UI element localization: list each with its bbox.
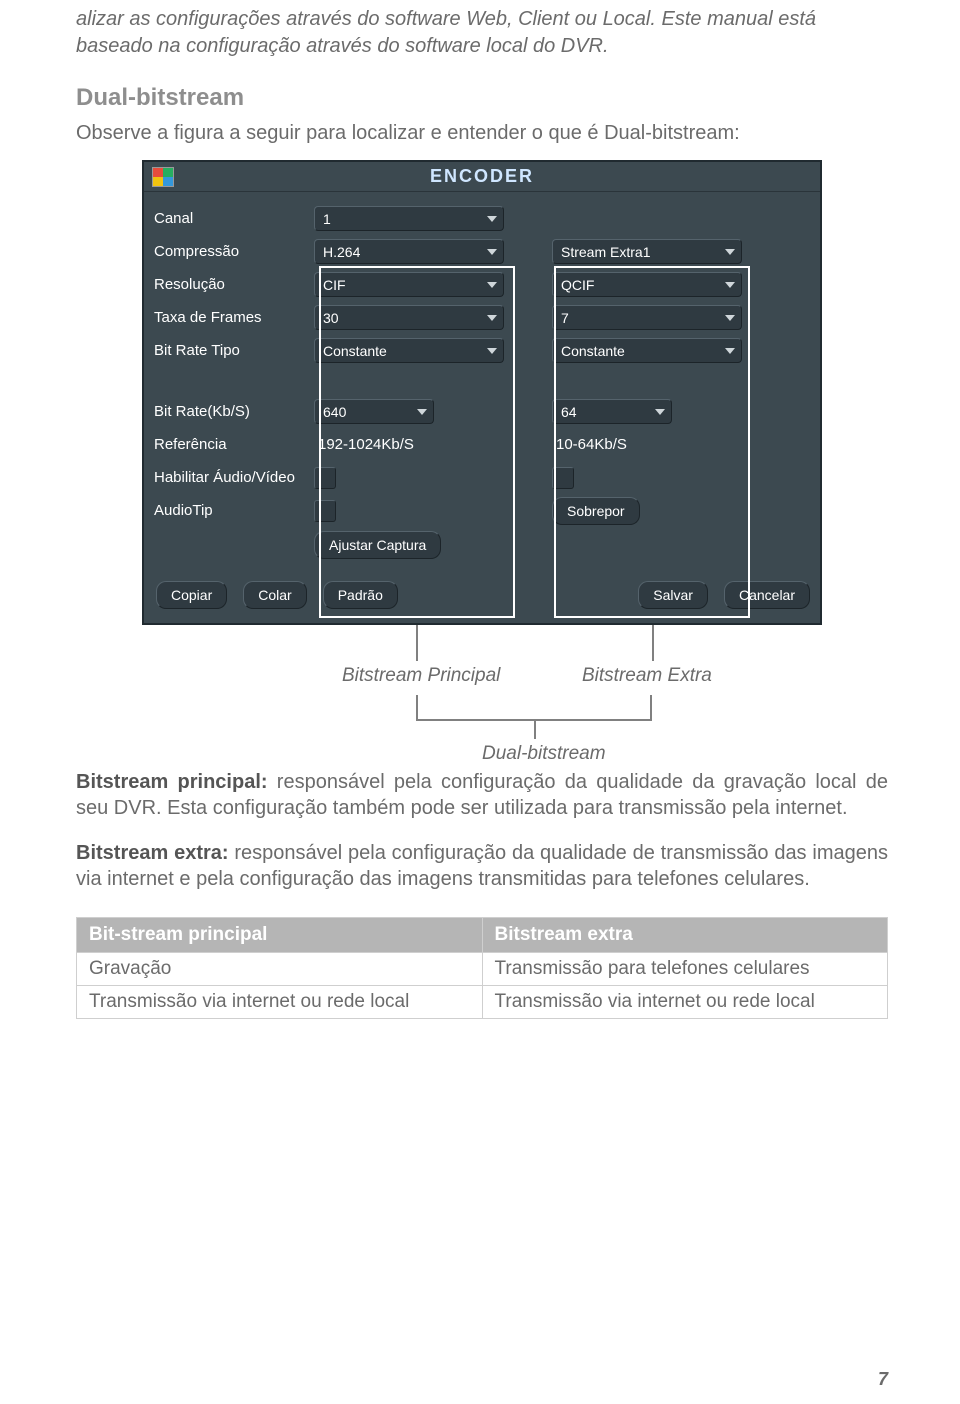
table-row: Transmissão via internet ou rede local T…: [77, 985, 888, 1018]
chevron-down-icon: [725, 315, 735, 321]
dropdown-resolucao-1[interactable]: CIF: [314, 272, 504, 297]
dropdown-frames-1[interactable]: 30: [314, 305, 504, 330]
checkbox-av-1[interactable]: [314, 467, 336, 489]
encoder-header: ENCODER: [144, 162, 820, 192]
dropdown-canal[interactable]: 1: [314, 206, 504, 231]
callout-line: [416, 695, 418, 719]
chevron-down-icon: [417, 409, 427, 415]
dropdown-stream-extra[interactable]: Stream Extra1: [552, 239, 742, 264]
chevron-down-icon: [487, 348, 497, 354]
table-header-principal: Bit-stream principal: [77, 917, 483, 952]
dropdown-resolucao-2[interactable]: QCIF: [552, 272, 742, 297]
ajustar-captura-button[interactable]: Ajustar Captura: [314, 531, 441, 559]
dropdown-bitrate-tipo-1[interactable]: Constante: [314, 338, 504, 363]
chevron-down-icon: [487, 216, 497, 222]
table-cell: Transmissão para telefones celulares: [482, 952, 888, 985]
table-cell: Gravação: [77, 952, 483, 985]
callout-diagram: Bitstream Principal Bitstream Extra Dual…: [142, 625, 822, 765]
checkbox-audiotip[interactable]: [314, 500, 336, 522]
padrao-button[interactable]: Padrão: [323, 581, 398, 609]
table-row: Gravação Transmissão para telefones celu…: [77, 952, 888, 985]
chevron-down-icon: [725, 348, 735, 354]
para-principal-bold: Bitstream principal:: [76, 771, 268, 793]
dropdown-frames-2[interactable]: 7: [552, 305, 742, 330]
dropdown-compressao[interactable]: H.264: [314, 239, 504, 264]
lead-text: Observe a figura a seguir para localizar…: [76, 120, 888, 146]
colar-button[interactable]: Colar: [243, 581, 306, 609]
callout-line: [652, 625, 654, 661]
callout-extra: Bitstream Extra: [582, 665, 712, 687]
chevron-down-icon: [487, 249, 497, 255]
copiar-button[interactable]: Copiar: [156, 581, 227, 609]
chevron-down-icon: [725, 282, 735, 288]
label-referencia: Referência: [154, 436, 314, 453]
chevron-down-icon: [655, 409, 665, 415]
label-habilitar-av: Habilitar Áudio/Vídeo: [154, 469, 314, 486]
label-taxa-frames: Taxa de Frames: [154, 309, 314, 326]
label-resolucao: Resolução: [154, 276, 314, 293]
chevron-down-icon: [487, 315, 497, 321]
callout-principal: Bitstream Principal: [342, 665, 500, 687]
cancelar-button[interactable]: Cancelar: [724, 581, 810, 609]
dropdown-bitrate-tipo-2[interactable]: Constante: [552, 338, 742, 363]
callout-line: [416, 625, 418, 661]
checkbox-av-2[interactable]: [552, 467, 574, 489]
para-extra-bold: Bitstream extra:: [76, 842, 229, 864]
intro-text: alizar as configurações através do softw…: [76, 0, 888, 60]
label-canal: Canal: [154, 210, 314, 227]
label-bitrate-tipo: Bit Rate Tipo: [154, 342, 314, 359]
sobrepor-button[interactable]: Sobrepor: [552, 497, 640, 525]
callout-line: [534, 719, 536, 739]
para-principal: Bitstream principal: responsável pela co…: [76, 769, 888, 822]
page-number: 7: [878, 1369, 888, 1390]
chevron-down-icon: [487, 282, 497, 288]
encoder-title: ENCODER: [182, 166, 782, 187]
label-bitrate-kbs: Bit Rate(Kb/S): [154, 403, 314, 420]
label-audiotip: AudioTip: [154, 502, 314, 519]
dropdown-bitrate-2[interactable]: 64: [552, 399, 672, 424]
para-extra: Bitstream extra: responsável pela config…: [76, 840, 888, 893]
label-compressao: Compressão: [154, 243, 314, 260]
encoder-window: ENCODER Canal 1 Compressão H.264 Stream …: [142, 160, 822, 625]
salvar-button[interactable]: Salvar: [638, 581, 708, 609]
callout-dual: Dual-bitstream: [482, 743, 606, 765]
table-cell: Transmissão via internet ou rede local: [482, 985, 888, 1018]
callout-line: [650, 695, 652, 719]
comparison-table: Bit-stream principal Bitstream extra Gra…: [76, 917, 888, 1019]
table-header-extra: Bitstream extra: [482, 917, 888, 952]
section-title: Dual-bitstream: [76, 84, 888, 112]
encoder-logo-icon: [152, 167, 174, 187]
value-referencia-1: 192-1024Kb/S: [314, 436, 414, 453]
dropdown-bitrate-1[interactable]: 640: [314, 399, 434, 424]
chevron-down-icon: [725, 249, 735, 255]
table-cell: Transmissão via internet ou rede local: [77, 985, 483, 1018]
value-referencia-2: 10-64Kb/S: [552, 436, 627, 453]
